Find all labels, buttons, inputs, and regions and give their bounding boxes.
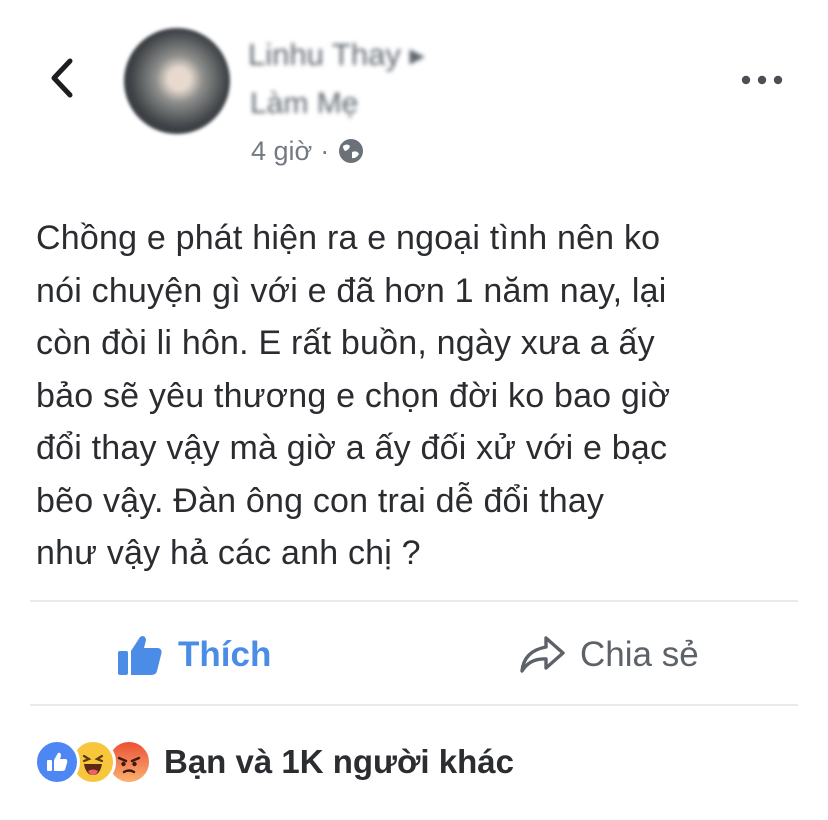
reaction-summary-text: Bạn và 1K người khác [164, 743, 514, 780]
post-line: còn đòi li hôn. E rất buồn, ngày xưa a ấ… [36, 324, 655, 362]
post-timestamp[interactable]: 4 giờ [251, 134, 312, 168]
group-name[interactable]: Làm Mẹ [250, 88, 358, 120]
post-line: đổi thay vậy mà giờ a ấy đối xử với e bạ… [36, 429, 668, 467]
like-button[interactable]: Thích [116, 624, 271, 686]
like-label: Thích [178, 635, 272, 674]
post-screen: Linhu Thay ▸ Làm Mẹ 4 giờ · Chồng e phát… [0, 0, 828, 820]
author-name[interactable]: Linhu Thay ▸ [248, 38, 425, 72]
chevron-left-icon [51, 58, 73, 98]
globe-icon [339, 139, 364, 163]
divider [30, 600, 798, 602]
like-reaction-icon [34, 739, 80, 785]
share-button[interactable]: Chia sẻ [518, 624, 699, 686]
post-meta: 4 giờ · [251, 134, 365, 168]
back-button[interactable] [38, 52, 86, 104]
more-options-button[interactable] [738, 60, 786, 100]
thumbs-up-icon [118, 636, 162, 675]
share-arrow-icon [520, 636, 565, 673]
divider [30, 704, 798, 706]
avatar[interactable] [124, 28, 230, 134]
post-line: như vậy hả các anh chị ? [36, 534, 421, 572]
reactions-summary[interactable]: Bạn và 1K người khác [34, 730, 514, 794]
post-line: Chồng e phát hiện ra e ngoại tình nên ko [36, 219, 661, 257]
ellipsis-icon [741, 75, 783, 85]
post-body: Chồng e phát hiện ra e ngoại tình nên ko… [36, 212, 806, 580]
meta-separator: · [320, 136, 330, 166]
post-line: bẽo vậy. Đàn ông con trai dễ đổi thay [36, 481, 605, 520]
post-line: nói chuyện gì với e đã hơn 1 năm nay, lạ… [36, 271, 667, 310]
share-label: Chia sẻ [580, 635, 699, 674]
post-line: bảo sẽ yêu thương e chọn đời ko bao giờ [36, 376, 671, 415]
